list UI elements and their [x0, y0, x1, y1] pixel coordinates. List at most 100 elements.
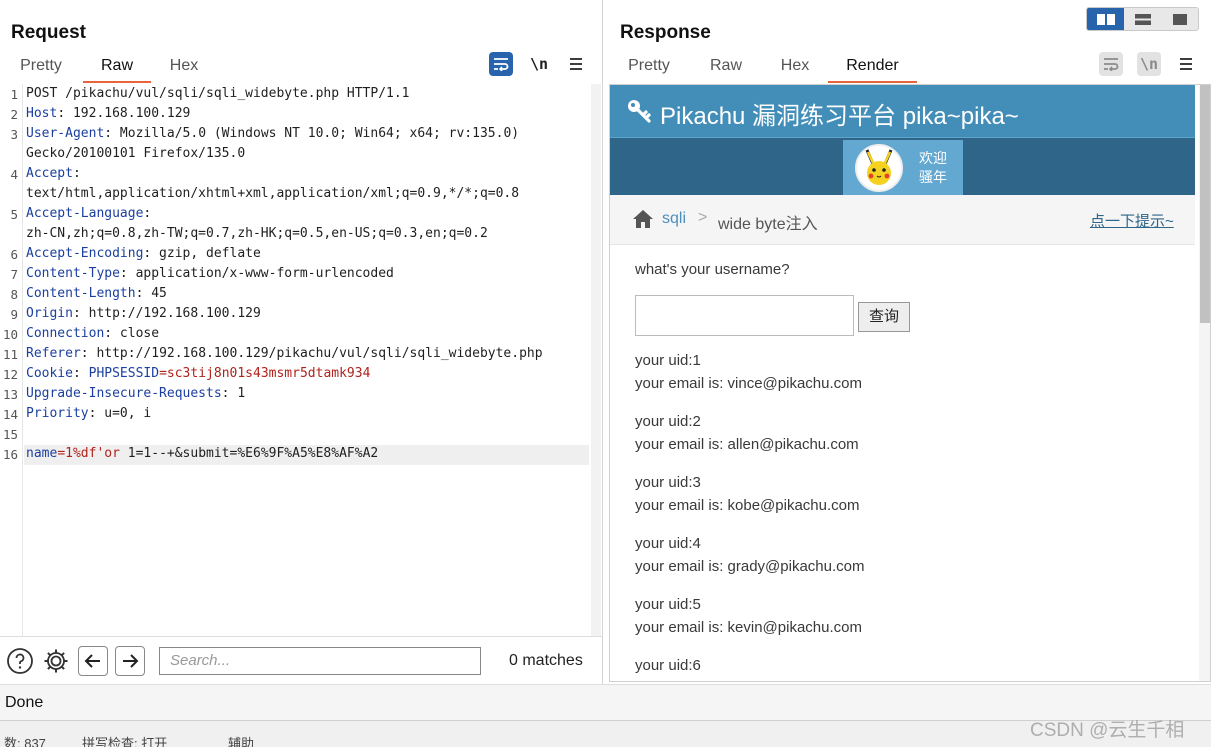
request-footer: Search... 0 matches	[0, 636, 603, 684]
layout-stacked-icon[interactable]	[1124, 8, 1161, 30]
header-value: : http://192.168.100.129	[72, 306, 261, 321]
request-line: Accept-Language:	[26, 206, 151, 221]
header-value: : 1	[221, 386, 246, 401]
line-number: 13	[2, 387, 18, 402]
request-line: Accept-Encoding: gzip, deflate	[26, 246, 261, 261]
cookie-name: PHPSESSID	[88, 366, 160, 381]
line-number: 10	[2, 327, 18, 342]
username-question: what's your username?	[635, 261, 790, 278]
pikachu-title: Pikachu 漏洞练习平台 pika~pika~	[660, 103, 1019, 130]
header-value: :	[72, 166, 81, 181]
header-key: Content-Type	[26, 266, 120, 281]
response-tab-raw[interactable]: Raw	[709, 57, 743, 83]
layout-tabbed-icon[interactable]	[1161, 8, 1198, 30]
header-value: : u=0, i	[88, 406, 152, 421]
home-icon[interactable]	[632, 209, 654, 234]
hint-link[interactable]: 点一下提示~	[1090, 210, 1174, 231]
render-scrollbar[interactable]	[1199, 85, 1210, 681]
layout-side-by-side-icon[interactable]	[1087, 8, 1124, 30]
breadcrumb-current: wide byte注入	[718, 216, 818, 233]
result-email: your email is: lucy@pikachu.com	[635, 677, 854, 681]
line-number-gutter: 1 2 3 4 5 6 7 8 9 10 11 12 13 14 15 16	[0, 84, 23, 636]
result-uid: your uid:4	[635, 535, 701, 552]
query-button[interactable]: 查询	[858, 302, 910, 332]
render-scrollbar-thumb[interactable]	[1200, 85, 1210, 323]
spell-check[interactable]: 拼写检查: 打开	[82, 733, 167, 747]
request-line: Content-Length: 45	[26, 286, 167, 301]
result-email: your email is: grady@pikachu.com	[635, 558, 865, 575]
previous-match-button[interactable]	[78, 646, 108, 676]
wrap-lines-icon[interactable]	[489, 52, 513, 76]
header-key: Content-Length	[26, 286, 136, 301]
response-tab-pretty[interactable]: Pretty	[626, 57, 672, 83]
accessibility[interactable]: 辅助	[228, 733, 254, 747]
line-number: 9	[10, 307, 18, 322]
request-line: Priority: u=0, i	[26, 406, 151, 421]
request-line: name=1%df'or 1=1--+&submit=%E6%9F%A5%E8%…	[26, 446, 378, 461]
result-uid: your uid:1	[635, 352, 701, 369]
show-newlines-icon[interactable]: \n	[527, 52, 551, 76]
word-count: 数: 837	[4, 736, 46, 747]
welcome-line-1: 欢迎	[919, 150, 947, 166]
rendered-page: Pikachu 漏洞练习平台 pika~pika~ 欢迎 骚年 sqli > w…	[609, 84, 1211, 682]
menu-icon[interactable]	[564, 52, 588, 76]
header-value: :	[72, 366, 89, 381]
header-key: Origin	[26, 306, 73, 321]
request-line: Referer: http://192.168.100.129/pikachu/…	[26, 346, 543, 361]
response-tab-hex[interactable]: Hex	[780, 57, 810, 83]
result-email: your email is: kevin@pikachu.com	[635, 619, 862, 636]
request-line: Content-Type: application/x-www-form-url…	[26, 266, 394, 281]
header-key: Priority	[26, 406, 89, 421]
response-pane: Response Pretty Raw Hex Render \n Pikach…	[604, 0, 1211, 684]
layout-switch	[1086, 7, 1199, 31]
request-editor[interactable]: 1 2 3 4 5 6 7 8 9 10 11 12 13 14 15 16 POST /pikachu/vu…	[0, 84, 590, 636]
search-input[interactable]: Search...	[159, 647, 481, 675]
line-number: 8	[10, 287, 18, 302]
request-tab-pretty[interactable]: Pretty	[18, 57, 64, 83]
next-match-button[interactable]	[115, 646, 145, 676]
request-tab-raw[interactable]: Raw	[83, 57, 151, 83]
line-number: 3	[10, 127, 18, 142]
key-icon	[626, 98, 652, 131]
line-number: 15	[2, 427, 18, 442]
request-scrollbar[interactable]	[591, 84, 601, 636]
request-line: Origin: http://192.168.100.129	[26, 306, 261, 321]
request-line: Cookie: PHPSESSID=sc3tij8n01s43msmr5dtam…	[26, 366, 370, 381]
result-uid: your uid:3	[635, 474, 701, 491]
request-line: Host: 192.168.100.129	[26, 106, 190, 121]
header-key: User-Agent	[26, 126, 105, 141]
header-key: Accept-Language	[26, 206, 144, 221]
result-email: your email is: allen@pikachu.com	[635, 436, 859, 453]
user-box[interactable]: 欢迎 骚年	[843, 140, 963, 196]
line-number: 12	[2, 367, 18, 382]
header-key: Cookie	[26, 366, 73, 381]
request-line: User-Agent: Mozilla/5.0 (Windows NT 10.0…	[26, 126, 519, 141]
burp-repeater-window: Request Pretty Raw Hex \n 1 2 3 4 5 6 7 8 9 10 11 1…	[0, 0, 1211, 747]
response-tabs: Pretty Raw Hex Render	[626, 57, 917, 83]
line-number: 16	[2, 447, 18, 462]
line-number: 11	[2, 347, 18, 362]
result-uid: your uid:6	[635, 657, 701, 674]
line-number: 7	[10, 267, 18, 282]
line-number: 2	[10, 107, 18, 122]
show-newlines-disabled-icon[interactable]: \n	[1137, 52, 1161, 76]
wrap-lines-disabled-icon[interactable]	[1099, 52, 1123, 76]
settings-gear-icon[interactable]	[41, 646, 71, 676]
cookie-value: =sc3tij8n01s43msmr5dtamk934	[159, 366, 371, 381]
header-value: :	[143, 206, 152, 221]
pikachu-subheader: 欢迎 骚年	[610, 137, 1195, 196]
response-menu-icon[interactable]	[1174, 52, 1198, 76]
csdn-watermark: CSDN @云生千相	[1030, 720, 1185, 741]
response-tab-render[interactable]: Render	[828, 57, 917, 83]
param-value: =1%df'or	[57, 446, 120, 461]
header-key: Connection	[26, 326, 105, 341]
help-icon[interactable]	[5, 646, 35, 676]
username-input[interactable]	[635, 295, 854, 336]
request-title: Request	[11, 22, 86, 43]
line-number: 14	[2, 407, 18, 422]
header-key: Accept	[26, 166, 73, 181]
request-tab-hex[interactable]: Hex	[167, 57, 201, 83]
welcome-text: 欢迎 骚年	[919, 149, 947, 187]
result-uid: your uid:2	[635, 413, 701, 430]
breadcrumb-link-sqli[interactable]: sqli	[662, 210, 686, 228]
